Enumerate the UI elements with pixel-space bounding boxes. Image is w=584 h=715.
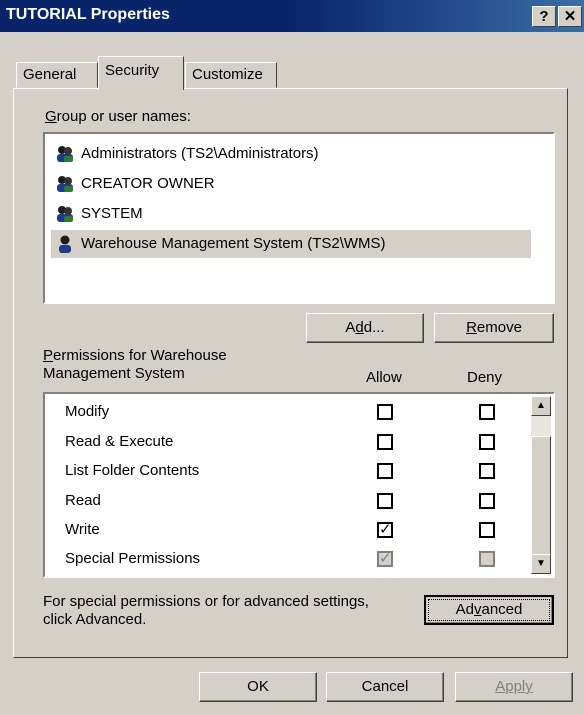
user-list[interactable]: Administrators (TS2\Administrators) CREA…	[43, 132, 555, 304]
window-title: TUTORIAL Properties	[6, 6, 170, 23]
user-name: Warehouse Management System (TS2\WMS)	[81, 235, 386, 252]
permission-row: Read	[65, 487, 545, 515]
close-button[interactable]: ✕	[558, 6, 582, 27]
user-name: Administrators (TS2\Administrators)	[81, 145, 319, 162]
scroll-up-arrow-icon[interactable]: ▲	[531, 396, 551, 416]
allow-checkbox-checked[interactable]: ✓	[377, 522, 393, 538]
deny-checkbox[interactable]	[479, 434, 495, 450]
deny-checkbox[interactable]	[479, 522, 495, 538]
remove-button[interactable]: Remove	[434, 313, 554, 343]
allow-checkbox[interactable]	[377, 404, 393, 420]
permission-row: Special Permissions ✓	[65, 545, 545, 573]
deny-checkbox[interactable]	[479, 463, 495, 479]
permission-name: Modify	[65, 403, 110, 420]
help-button[interactable]: ?	[532, 6, 556, 27]
deny-checkbox[interactable]	[479, 493, 495, 509]
group-icon	[57, 176, 73, 192]
allow-checkbox[interactable]	[377, 434, 393, 450]
add-button[interactable]: Add...	[306, 313, 424, 343]
allow-checkbox[interactable]	[377, 493, 393, 509]
ok-button[interactable]: OK	[199, 672, 317, 702]
advanced-button[interactable]: Advanced	[424, 595, 554, 625]
scrollbar[interactable]: ▲ ▼	[531, 396, 551, 574]
list-item-selected[interactable]: Warehouse Management System (TS2\WMS)	[51, 230, 531, 258]
user-icon	[59, 235, 71, 253]
permission-name: List Folder Contents	[65, 462, 200, 479]
permission-name: Special Permissions	[65, 550, 201, 567]
advanced-description: For special permissions or for advanced …	[43, 593, 369, 628]
deny-checkbox[interactable]	[479, 404, 495, 420]
deny-header: Deny	[467, 369, 503, 386]
tab-security[interactable]: Security	[98, 56, 184, 90]
tab-customize-label: Customize	[192, 66, 263, 83]
cancel-button[interactable]: Cancel	[326, 672, 444, 702]
list-item[interactable]: CREATOR OWNER	[51, 170, 531, 198]
list-item[interactable]: Administrators (TS2\Administrators)	[51, 140, 531, 168]
permission-name: Read & Execute	[65, 433, 174, 450]
allow-checkbox[interactable]	[377, 463, 393, 479]
permissions-label: Permissions for Warehouse Management Sys…	[43, 347, 227, 382]
allow-checkbox-disabled: ✓	[377, 550, 393, 567]
permission-row: Modify	[65, 398, 545, 426]
tab-customize[interactable]: Customize	[185, 62, 277, 88]
list-item[interactable]: SYSTEM	[51, 200, 531, 228]
apply-button: Apply	[455, 672, 573, 702]
permission-name: Read	[65, 492, 101, 509]
group-icon	[57, 206, 73, 222]
permission-row: List Folder Contents	[65, 457, 545, 485]
permissions-list[interactable]: Modify Read & Execute List Folder Conten…	[43, 392, 555, 578]
user-name: SYSTEM	[81, 205, 143, 222]
title-bar: TUTORIAL Properties ? ✕	[0, 0, 584, 32]
allow-header: Allow	[366, 369, 402, 386]
tab-security-label: Security	[105, 62, 160, 79]
permission-row: Write ✓	[65, 516, 545, 544]
tab-general[interactable]: General	[16, 62, 98, 88]
tab-general-label: General	[23, 66, 77, 83]
scroll-down-arrow-icon[interactable]: ▼	[531, 554, 551, 574]
group-icon	[57, 146, 73, 162]
permission-row: Read & Execute	[65, 428, 545, 456]
user-name: CREATOR OWNER	[81, 175, 215, 192]
deny-checkbox-disabled	[479, 551, 495, 567]
group-user-names-label: Group or user names:	[45, 108, 191, 125]
permission-name: Write	[65, 521, 100, 538]
scroll-thumb[interactable]	[531, 436, 551, 556]
